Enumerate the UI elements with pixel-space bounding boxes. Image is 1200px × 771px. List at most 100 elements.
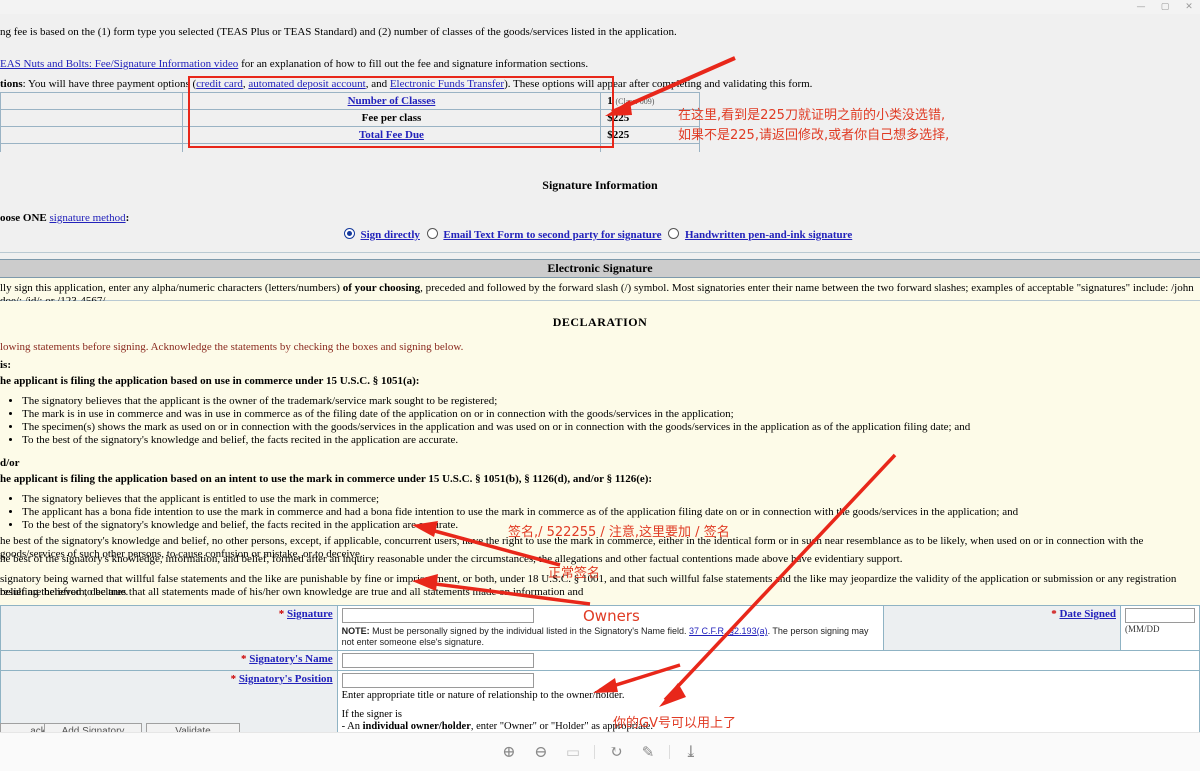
list-item: The mark is in use in commerce and was i… bbox=[22, 408, 1200, 421]
declaration-is-label: is: bbox=[0, 359, 11, 371]
option-handwritten-label[interactable]: Handwritten pen-and-ink signature bbox=[685, 229, 852, 241]
es-body-bold: of your choosing bbox=[342, 282, 421, 294]
signatory-name-input[interactable] bbox=[341, 653, 534, 668]
signatory-position-input[interactable] bbox=[341, 673, 534, 688]
fee-value-cell-1: 1 (Class: 009) bbox=[600, 92, 700, 110]
signature-input-cell: NOTE: Must be personally signed by the i… bbox=[336, 605, 884, 651]
table-row: Total Fee Due $225 bbox=[0, 126, 700, 144]
minimize-icon[interactable]: — bbox=[1134, 0, 1148, 14]
intro-band: ng fee is based on the (1) form type you… bbox=[0, 14, 1200, 78]
toolbar-divider-1 bbox=[594, 745, 595, 759]
declaration-andor: d/or bbox=[0, 457, 20, 469]
fee-table: Number of Classes 1 (Class: 009) Fee per… bbox=[0, 92, 700, 161]
signature-information-heading: Signature Information bbox=[542, 178, 658, 192]
signature-method-radio-group: Sign directly Email Text Form to second … bbox=[0, 228, 1200, 241]
eft-link[interactable]: Electronic Funds Transfer bbox=[390, 78, 504, 90]
signature-field-label[interactable]: Signature bbox=[287, 608, 333, 620]
document-viewport: ng fee is based on the (1) form type you… bbox=[0, 14, 1200, 732]
choose-one-colon: : bbox=[125, 212, 130, 224]
window-titlebar: — ▢ ✕ bbox=[0, 0, 1200, 15]
date-signed-input-cell: (MM/DD bbox=[1120, 605, 1200, 651]
list-item: The applicant has a bona fide intention … bbox=[22, 506, 1200, 519]
table-row: * Signature NOTE: Must be personally sig… bbox=[0, 605, 1200, 651]
fee-table-region: Number of Classes 1 (Class: 009) Fee per… bbox=[0, 92, 1200, 161]
close-icon[interactable]: ✕ bbox=[1182, 0, 1196, 14]
fit-page-icon[interactable]: ▭ bbox=[562, 741, 584, 763]
number-of-classes-value: 1 bbox=[607, 95, 613, 107]
declaration-intro: lowing statements before signing. Acknow… bbox=[0, 341, 464, 353]
zoom-out-icon[interactable]: ⊖ bbox=[530, 741, 552, 763]
deposit-account-link[interactable]: automated deposit account bbox=[248, 78, 365, 90]
signature-note-text-a: Must be personally signed by the individ… bbox=[369, 626, 690, 636]
table-row: Number of Classes 1 (Class: 009) bbox=[0, 92, 700, 110]
signature-method-link[interactable]: signature method bbox=[50, 212, 126, 224]
total-fee-due-value: $225 bbox=[600, 126, 700, 144]
window-controls: — ▢ ✕ bbox=[1134, 0, 1196, 14]
radio-handwritten[interactable] bbox=[668, 228, 680, 239]
signature-note-label: NOTE: bbox=[341, 626, 370, 636]
position-help-2: If the signer is bbox=[341, 709, 403, 720]
maximize-icon[interactable]: ▢ bbox=[1158, 0, 1172, 14]
fee-per-class-value: $225 bbox=[600, 109, 700, 127]
fee-row-spacer-3 bbox=[0, 126, 183, 144]
number-of-classes-note: (Class: 009) bbox=[615, 97, 655, 106]
declaration-region: DECLARATION lowing statements before sig… bbox=[0, 301, 1200, 535]
declaration-use-bullets: The signatory believes that the applican… bbox=[0, 395, 1200, 447]
signature-input[interactable] bbox=[341, 608, 534, 623]
date-signed-label[interactable]: Date Signed bbox=[1059, 608, 1116, 620]
signatory-name-input-cell bbox=[336, 650, 1200, 671]
choose-one-lead: oose ONE bbox=[0, 212, 50, 224]
cfr-link[interactable]: 37 C.F.R. §2.193(a) bbox=[689, 626, 768, 636]
download-icon[interactable]: ⤓ bbox=[680, 741, 702, 763]
fee-per-class-amount: $225 bbox=[607, 112, 630, 124]
table-row: Fee per class $225 bbox=[0, 109, 700, 127]
declaration-para-4: belief are believed to be true. bbox=[0, 586, 129, 598]
list-item: The signatory believes that the applican… bbox=[22, 493, 1200, 506]
signature-info-region: Signature Information bbox=[0, 152, 1200, 212]
teas-nuts-and-bolts-link[interactable]: EAS Nuts and Bolts: Fee/Signature Inform… bbox=[0, 58, 238, 70]
signatory-name-label-cell: * Signatory's Name bbox=[0, 650, 338, 671]
rotate-icon[interactable]: ↻ bbox=[605, 741, 627, 763]
option-sign-directly-label[interactable]: Sign directly bbox=[361, 229, 420, 241]
date-signed-label-cell: * Date Signed bbox=[882, 605, 1122, 651]
toolbar-divider-2 bbox=[669, 745, 670, 759]
signatory-name-label[interactable]: Signatory's Name bbox=[249, 653, 332, 665]
required-asterisk: * bbox=[230, 673, 237, 685]
electronic-signature-header: Electronic Signature bbox=[0, 259, 1200, 278]
fee-row-spacer-1 bbox=[0, 92, 183, 110]
intro-line-2: EAS Nuts and Bolts: Fee/Signature Inform… bbox=[0, 58, 588, 71]
electronic-signature-body: lly sign this application, enter any alp… bbox=[0, 278, 1200, 307]
declaration-heading: DECLARATION bbox=[552, 315, 648, 329]
date-format-hint: (MM/DD bbox=[1125, 624, 1160, 634]
signatory-position-label[interactable]: Signatory's Position bbox=[239, 673, 333, 685]
fee-per-class-label: Fee per class bbox=[181, 109, 602, 127]
payment-d: ). These options will appear after compl… bbox=[504, 78, 813, 90]
required-asterisk: * bbox=[240, 653, 247, 665]
list-item: The signatory believes that the applican… bbox=[22, 395, 1200, 408]
credit-card-link[interactable]: credit card bbox=[196, 78, 243, 90]
number-of-classes-link[interactable]: Number of Classes bbox=[348, 95, 436, 107]
payment-lead: tions bbox=[0, 78, 23, 90]
zoom-in-icon[interactable]: ⊕ bbox=[498, 741, 520, 763]
signature-form-table: * Signature NOTE: Must be personally sig… bbox=[0, 605, 1200, 732]
option-email-text-form-label[interactable]: Email Text Form to second party for sign… bbox=[443, 229, 661, 241]
payment-c: , and bbox=[365, 78, 390, 90]
list-item: To the best of the signatory's knowledge… bbox=[22, 434, 1200, 447]
declaration-paragraphs: he best of the signatory's knowledge and… bbox=[0, 535, 1200, 598]
total-fee-due-amount: $225 bbox=[607, 129, 630, 141]
position-help-1: Enter appropriate title or nature of rel… bbox=[341, 690, 625, 701]
total-fee-due-label-cell: Total Fee Due bbox=[181, 126, 602, 144]
declaration-para-2: he best of the signatory's knowledge, in… bbox=[0, 553, 903, 565]
declaration-itu-bullets: The signatory believes that the applican… bbox=[0, 493, 1200, 532]
declaration-basis-itu: he applicant is filing the application b… bbox=[0, 473, 653, 485]
total-fee-due-link[interactable]: Total Fee Due bbox=[359, 129, 424, 141]
required-asterisk: * bbox=[1051, 608, 1057, 620]
fee-row-spacer-2 bbox=[0, 109, 183, 127]
annotate-icon[interactable]: ✎ bbox=[637, 741, 659, 763]
intro-line-1: ng fee is based on the (1) form type you… bbox=[0, 26, 677, 38]
radio-sign-directly[interactable] bbox=[343, 228, 355, 239]
declaration-para-3: signatory being warned that willful fals… bbox=[0, 573, 1177, 598]
date-signed-input[interactable] bbox=[1125, 608, 1195, 623]
radio-email-text-form[interactable] bbox=[426, 228, 438, 239]
payment-a: : You will have three payment options ( bbox=[22, 78, 197, 90]
